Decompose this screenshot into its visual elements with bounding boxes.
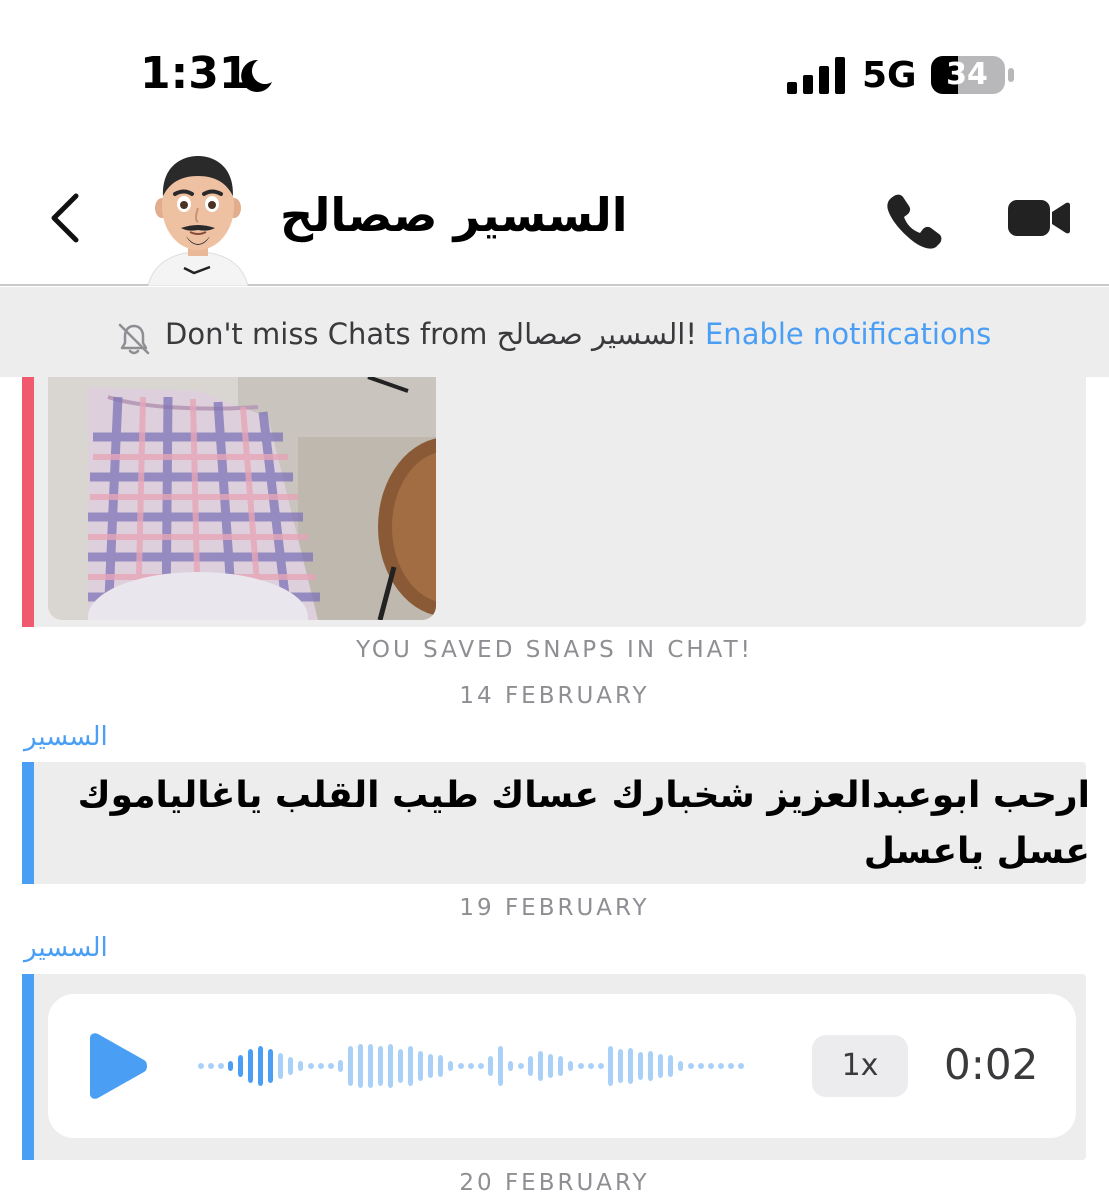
- waveform-bar: [448, 1061, 453, 1071]
- waveform-bar: [628, 1048, 633, 1084]
- bell-off-icon: [118, 323, 150, 355]
- waveform-bar: [668, 1055, 673, 1077]
- waveform-bar: [198, 1063, 204, 1069]
- waveform-bar: [338, 1060, 343, 1072]
- waveform-bar: [488, 1056, 493, 1076]
- waveform-bar: [348, 1046, 353, 1086]
- battery-icon: 34: [930, 55, 1016, 95]
- date-separator: 19 FEBRUARY: [459, 895, 650, 921]
- waveform-bar: [618, 1049, 623, 1083]
- notification-text: Don't miss Chats from السسير صصالح! Enabl…: [165, 317, 991, 351]
- play-icon[interactable]: [82, 1032, 150, 1100]
- waveform-bar: [218, 1063, 224, 1069]
- waveform-bar: [318, 1063, 324, 1069]
- waveform-bar: [358, 1044, 363, 1088]
- waveform-bar: [598, 1063, 604, 1069]
- message-sender: السسير: [24, 722, 108, 752]
- waveform-bar: [708, 1063, 714, 1069]
- saved-snaps-notice: YOU SAVED SNAPS IN CHAT!: [356, 637, 753, 663]
- waveform-bar: [718, 1063, 724, 1069]
- waveform-bar: [638, 1052, 643, 1080]
- saved-snap-message: [22, 377, 1086, 627]
- waveform-bar: [518, 1063, 524, 1069]
- waveform-bar: [588, 1063, 594, 1069]
- waveform-bar: [278, 1053, 283, 1079]
- notification-banner: Don't miss Chats from السسير صصالح! Enabl…: [0, 287, 1109, 377]
- snap-image[interactable]: [48, 377, 436, 620]
- waveform-bar: [288, 1057, 293, 1075]
- message-text: ارحب ابوعبدالعزيز شخبارك عساك طيب القلب …: [77, 775, 1090, 872]
- moon-icon: [241, 59, 272, 92]
- waveform-bar: [388, 1044, 393, 1088]
- network-type: 5G: [862, 55, 917, 96]
- waveform-bar: [248, 1049, 253, 1083]
- waveform-bar: [408, 1046, 413, 1086]
- avatar[interactable]: [148, 152, 248, 286]
- waveform-bar: [268, 1049, 273, 1083]
- waveform-bar: [368, 1044, 373, 1088]
- battery-level: 34: [946, 57, 988, 92]
- waveform-bar: [698, 1063, 704, 1069]
- signal-icon: [787, 57, 845, 94]
- waveform-bar: [648, 1051, 653, 1081]
- status-time: 1:31: [140, 48, 250, 99]
- video-camera-icon[interactable]: [1006, 196, 1070, 240]
- waveform-bar: [228, 1061, 233, 1071]
- waveform-bar: [258, 1046, 263, 1086]
- status-bar: 1:31 5G 34: [0, 0, 1109, 130]
- notification-message: Don't miss Chats from السسير صصالح!: [165, 317, 697, 351]
- waveform-bar: [428, 1054, 433, 1078]
- text-message[interactable]: ارحب ابوعبدالعزيز شخبارك عساك طيب القلب …: [22, 762, 1090, 884]
- voice-message: 1x 0:02: [22, 974, 1086, 1160]
- waveform-bar: [238, 1055, 243, 1077]
- waveform-bar: [568, 1061, 573, 1071]
- waveform-bar: [418, 1051, 423, 1081]
- waveform-bar: [738, 1063, 744, 1069]
- waveform-bar: [688, 1063, 694, 1069]
- date-separator: 14 FEBRUARY: [459, 683, 650, 709]
- waveform-bar: [548, 1054, 553, 1078]
- phone-icon[interactable]: [884, 190, 944, 250]
- chat-area[interactable]: YOU SAVED SNAPS IN CHAT! 14 FEBRUARY الس…: [0, 377, 1109, 1200]
- voice-duration: 0:02: [944, 1040, 1039, 1089]
- playback-speed-button[interactable]: 1x: [812, 1035, 908, 1097]
- voice-note-player[interactable]: 1x 0:02: [48, 994, 1076, 1138]
- waveform-bar: [678, 1061, 683, 1071]
- waveform-bar: [528, 1056, 533, 1076]
- waveform-bar: [208, 1063, 214, 1069]
- waveform-bar: [378, 1046, 383, 1086]
- waveform-bar: [508, 1061, 513, 1071]
- waveform-bar: [728, 1063, 734, 1069]
- message-sender: السسير: [24, 933, 108, 963]
- waveform-bar: [498, 1046, 503, 1086]
- waveform-bar: [298, 1061, 303, 1071]
- date-separator: 20 FEBRUARY: [459, 1170, 650, 1196]
- waveform-bar: [328, 1063, 334, 1069]
- waveform[interactable]: [198, 1032, 758, 1100]
- waveform-bar: [608, 1046, 613, 1086]
- contact-name[interactable]: السسير صصالح: [280, 188, 660, 242]
- waveform-bar: [578, 1063, 584, 1069]
- enable-notifications-link[interactable]: Enable notifications: [705, 317, 991, 351]
- chat-header: السسير صصالح: [0, 130, 1109, 286]
- chevron-left-icon[interactable]: [44, 190, 88, 246]
- waveform-bar: [438, 1055, 443, 1077]
- waveform-bar: [468, 1063, 474, 1069]
- waveform-bar: [538, 1051, 543, 1081]
- waveform-bar: [308, 1063, 314, 1069]
- waveform-bar: [458, 1063, 464, 1069]
- waveform-bar: [478, 1063, 484, 1069]
- waveform-bar: [658, 1054, 663, 1078]
- waveform-bar: [558, 1056, 563, 1076]
- waveform-bar: [398, 1049, 403, 1083]
